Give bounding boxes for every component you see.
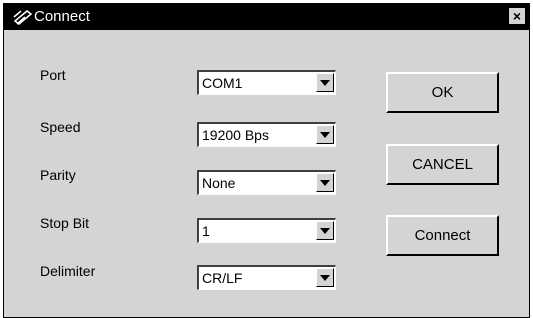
stop-bit-label: Stop Bit xyxy=(40,215,90,231)
stop-bit-select[interactable]: 1 xyxy=(197,218,336,243)
chevron-down-icon[interactable] xyxy=(316,173,334,192)
speed-label: Speed xyxy=(40,119,81,135)
delimiter-select[interactable]: CR/LF xyxy=(197,265,336,290)
close-button[interactable]: × xyxy=(508,7,526,25)
parity-value: None xyxy=(202,175,236,191)
title-bar[interactable]: Connect × xyxy=(4,4,529,30)
stop-bit-value: 1 xyxy=(202,223,210,239)
delimiter-value: CR/LF xyxy=(202,270,243,286)
cancel-button[interactable]: CANCEL xyxy=(386,144,499,185)
connect-icon xyxy=(13,9,33,25)
chevron-down-icon[interactable] xyxy=(316,73,334,92)
port-value: COM1 xyxy=(202,75,243,91)
chevron-down-icon[interactable] xyxy=(316,125,334,144)
delimiter-label: Delimiter xyxy=(40,263,96,279)
speed-select[interactable]: 19200 Bps xyxy=(197,122,336,147)
window-title: Connect xyxy=(34,8,90,25)
parity-label: Parity xyxy=(40,167,76,183)
port-label: Port xyxy=(40,67,66,83)
ok-button[interactable]: OK xyxy=(386,72,499,113)
chevron-down-icon[interactable] xyxy=(316,221,334,240)
parity-select[interactable]: None xyxy=(197,170,336,195)
port-select[interactable]: COM1 xyxy=(197,70,336,95)
chevron-down-icon[interactable] xyxy=(316,268,334,287)
connect-button[interactable]: Connect xyxy=(386,215,499,256)
connect-dialog: Connect × Port COM1 Speed 19200 Bps Pari… xyxy=(3,3,530,318)
speed-value: 19200 Bps xyxy=(202,127,269,143)
